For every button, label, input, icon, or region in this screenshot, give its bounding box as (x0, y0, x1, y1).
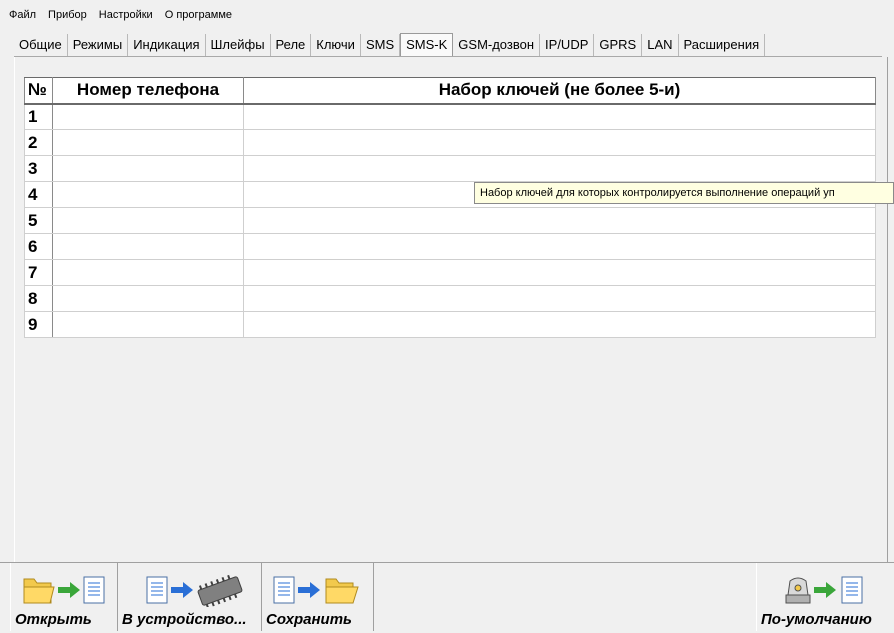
table-row: 1 (24, 103, 876, 130)
defaults-icons (757, 573, 888, 607)
phone-cell[interactable] (52, 103, 244, 130)
table-row: 8 (24, 285, 876, 312)
open-icons (11, 573, 117, 607)
row-number: 7 (24, 259, 53, 286)
keys-cell[interactable] (243, 233, 876, 260)
phone-cell[interactable] (52, 259, 244, 286)
phone-cell[interactable] (52, 311, 244, 338)
table-header-row: № Номер телефона Набор ключей (не более … (24, 77, 876, 105)
column-header-number: № (24, 77, 53, 105)
to-device-label: В устройство... (122, 611, 247, 628)
table-row: 3 (24, 155, 876, 182)
save-button[interactable]: Сохранить (262, 563, 374, 631)
tab-relays[interactable]: Реле (271, 34, 312, 56)
table-row: 6 (24, 233, 876, 260)
menu-about[interactable]: О программе (165, 9, 232, 21)
menu-file[interactable]: Файл (9, 9, 36, 21)
phone-cell[interactable] (52, 155, 244, 182)
tab-general[interactable]: Общие (14, 34, 68, 56)
table-row: 9 (24, 311, 876, 338)
tab-modes[interactable]: Режимы (68, 34, 129, 56)
sms-k-table: № Номер телефона Набор ключей (не более … (24, 77, 876, 338)
table-row: 5 (24, 207, 876, 234)
keys-column-tooltip: Набор ключей для которых контролируется … (474, 182, 894, 204)
phone-cell[interactable] (52, 285, 244, 312)
to-device-icons (118, 573, 261, 607)
menu-settings[interactable]: Настройки (99, 9, 153, 21)
tab-indication[interactable]: Индикация (128, 34, 206, 56)
tab-lan[interactable]: LAN (642, 34, 679, 56)
column-header-phone: Номер телефона (52, 77, 244, 105)
phone-cell[interactable] (52, 233, 244, 260)
tab-sms[interactable]: SMS (361, 34, 401, 56)
row-number: 3 (24, 155, 53, 182)
row-number: 4 (24, 181, 53, 208)
menu-device[interactable]: Прибор (48, 9, 87, 21)
open-button[interactable]: Открыть (10, 563, 118, 631)
tab-gprs[interactable]: GPRS (594, 34, 643, 56)
open-folder-to-document-icon (23, 576, 105, 604)
menu-bar: Файл Прибор Настройки О программе (0, 0, 894, 30)
defaults-label: По-умолчанию (761, 611, 872, 628)
tab-strip: Общие Режимы Индикация Шлейфы Реле Ключи… (14, 32, 766, 57)
keys-cell[interactable] (243, 129, 876, 156)
row-number: 5 (24, 207, 53, 234)
table-row: 7 (24, 259, 876, 286)
table-row: 2 (24, 129, 876, 156)
row-number: 6 (24, 233, 53, 260)
tab-sms-k[interactable]: SMS-K (400, 33, 454, 57)
row-number: 2 (24, 129, 53, 156)
tab-keys[interactable]: Ключи (311, 34, 361, 56)
defaults-button[interactable]: По-умолчанию (756, 563, 888, 631)
keys-cell[interactable] (243, 103, 876, 130)
row-number: 9 (24, 311, 53, 338)
phone-cell[interactable] (52, 181, 244, 208)
tab-gsm-call[interactable]: GSM-дозвон (453, 34, 541, 56)
keys-cell[interactable] (243, 207, 876, 234)
tab-loops[interactable]: Шлейфы (206, 34, 271, 56)
to-device-button[interactable]: В устройство... (118, 563, 262, 631)
keys-cell[interactable] (243, 285, 876, 312)
keys-cell[interactable] (243, 155, 876, 182)
keys-cell[interactable] (243, 311, 876, 338)
reset-to-document-icon (785, 576, 862, 604)
keys-cell[interactable] (243, 259, 876, 286)
phone-cell[interactable] (52, 207, 244, 234)
row-number: 8 (24, 285, 53, 312)
document-to-folder-icon (273, 576, 359, 604)
save-label: Сохранить (266, 611, 352, 628)
column-header-keys: Набор ключей (не более 5-и) (243, 77, 876, 105)
save-icons (262, 573, 373, 607)
tab-extensions[interactable]: Расширения (679, 34, 766, 56)
open-label: Открыть (15, 611, 92, 628)
document-to-chip-icon (146, 574, 242, 607)
row-number: 1 (24, 103, 53, 130)
tab-ip-udp[interactable]: IP/UDP (540, 34, 595, 56)
phone-cell[interactable] (52, 129, 244, 156)
